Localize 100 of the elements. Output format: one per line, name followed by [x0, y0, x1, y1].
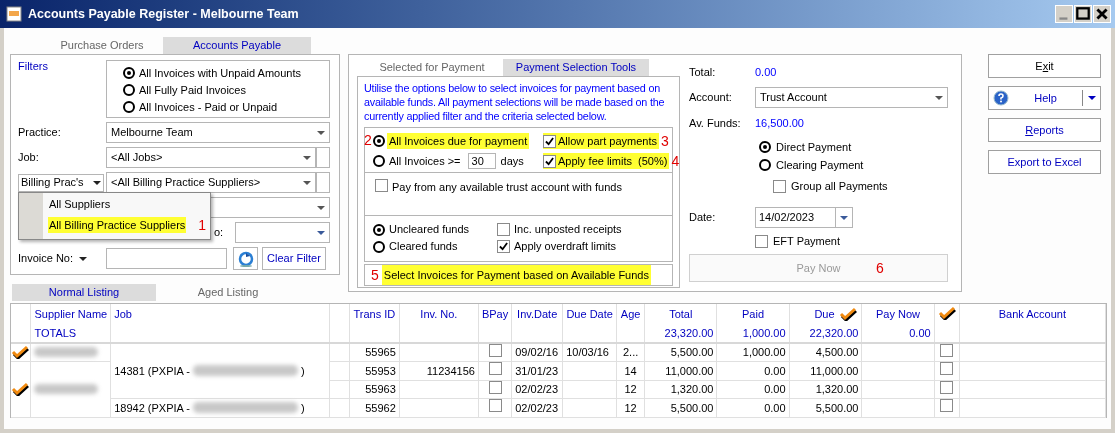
- column-total: TOTALS: [34, 327, 77, 339]
- job-dropdown[interactable]: <All Jobs>: [106, 147, 316, 168]
- radio-button[interactable]: [123, 101, 135, 113]
- radio-button[interactable]: [373, 155, 385, 167]
- option-label: Apply overdraft limits: [514, 239, 617, 255]
- supplier-dropdown[interactable]: <All Billing Practice Suppliers>: [106, 172, 316, 193]
- option-label: All Invoices due for payment: [387, 132, 530, 150]
- action-button[interactable]: Help: [988, 86, 1101, 110]
- tab[interactable]: Payment Selection Tools: [503, 59, 649, 76]
- annotation-number: 4: [671, 154, 680, 168]
- checkbox[interactable]: [940, 399, 954, 412]
- job-text: ): [301, 363, 305, 379]
- column-header[interactable]: Age: [620, 305, 641, 323]
- checkbox[interactable]: [773, 179, 786, 193]
- dropdown-arrow-icon[interactable]: [1087, 96, 1096, 100]
- dropdown-arrow-icon[interactable]: [317, 130, 325, 135]
- tab[interactable]: Accounts Payable: [163, 37, 311, 54]
- checkbox[interactable]: [375, 179, 388, 192]
- refresh-button[interactable]: [233, 247, 258, 270]
- column-total: 22,320.00: [809, 327, 859, 339]
- option-label: Clearing Payment: [776, 157, 864, 173]
- action-button[interactable]: Export to Excel: [988, 150, 1101, 174]
- radio-button[interactable]: [373, 223, 385, 236]
- date-field[interactable]: 14/02/2023: [755, 207, 853, 228]
- radio-button[interactable]: [373, 240, 385, 253]
- blurred-text: [34, 347, 99, 358]
- menu-item[interactable]: All Billing Practice Suppliers: [48, 216, 187, 233]
- days-field[interactable]: 30: [467, 153, 496, 169]
- checkbox[interactable]: [497, 240, 510, 253]
- column-total: 1,000.00: [742, 327, 786, 339]
- radio-button[interactable]: [759, 159, 771, 171]
- app-icon: [6, 6, 22, 22]
- column-header[interactable]: Due: [814, 305, 835, 323]
- checkbox[interactable]: [755, 234, 768, 248]
- tab[interactable]: Aged Listing: [156, 284, 300, 301]
- table-cell: 12: [624, 383, 637, 395]
- total-value: 0.00: [755, 64, 777, 80]
- tab[interactable]: Selected for Payment: [362, 59, 502, 76]
- column-header[interactable]: Total: [669, 305, 693, 323]
- checkbox[interactable]: [488, 362, 502, 375]
- column-header[interactable]: Due Date: [566, 305, 613, 323]
- annotation-number: 2: [364, 133, 372, 147]
- option-label: Apply fee limits (50%): [558, 153, 669, 169]
- checkbox[interactable]: [497, 223, 510, 236]
- column-header[interactable]: Trans ID: [353, 305, 396, 323]
- column-header[interactable]: Pay Now: [876, 305, 921, 323]
- menu-item[interactable]: All Suppliers: [48, 196, 112, 213]
- table-cell: 55962: [365, 401, 396, 414]
- check-mark-icon: [937, 306, 956, 320]
- dropdown-arrow-icon[interactable]: [303, 180, 311, 185]
- column-header[interactable]: Paid: [742, 305, 765, 323]
- clear-filter-button[interactable]: Clear Filter: [262, 247, 326, 270]
- checkbox[interactable]: [543, 154, 556, 168]
- column-header[interactable]: Inv.Date: [517, 305, 558, 323]
- option-label: Cleared funds: [389, 239, 458, 255]
- dropdown-arrow-icon[interactable]: [935, 95, 943, 100]
- checkbox[interactable]: [488, 399, 502, 412]
- action-button[interactable]: Exit: [988, 54, 1101, 78]
- maximize-button[interactable]: [1074, 5, 1092, 23]
- column-header[interactable]: Job: [114, 305, 132, 323]
- tab[interactable]: Normal Listing: [12, 284, 156, 301]
- window-title: Accounts Payable Register - Melbourne Team: [28, 5, 299, 23]
- filter-type-dropdown[interactable]: Billing Prac's: [18, 173, 104, 192]
- practice-dropdown[interactable]: Melbourne Team: [106, 122, 330, 143]
- column-header[interactable]: Supplier Name: [34, 305, 108, 323]
- dropdown-arrow-icon[interactable]: [303, 155, 311, 160]
- radio-button[interactable]: [759, 141, 771, 153]
- table-cell: 0.00: [764, 383, 786, 395]
- field-label: Account:: [689, 91, 732, 104]
- table-cell: 31/01/23: [515, 364, 559, 377]
- table-cell: 55953: [365, 364, 396, 377]
- annotation-number: 1: [198, 217, 207, 232]
- dropdown-arrow-icon[interactable]: [317, 205, 325, 210]
- invoice-number-field[interactable]: [106, 248, 227, 269]
- dropdown-arrow-icon[interactable]: [840, 215, 848, 220]
- dropdown-arrow-icon[interactable]: [317, 230, 325, 235]
- select-invoices-button[interactable]: 5 Select Invoices for Payment based on Available Funds: [364, 264, 673, 286]
- dropdown-arrow-icon[interactable]: [79, 256, 88, 261]
- close-button[interactable]: [1093, 5, 1111, 23]
- table-cell: 0.00: [764, 364, 786, 377]
- checkbox[interactable]: [543, 134, 556, 148]
- column-header[interactable]: BPay: [481, 305, 509, 323]
- column-total: 0.00: [909, 327, 931, 339]
- radio-button[interactable]: [123, 84, 135, 96]
- radio-button[interactable]: [373, 135, 385, 147]
- column-header[interactable]: Inv. No.: [420, 305, 458, 323]
- annotation-number: 6: [876, 261, 884, 275]
- table-cell: 1,320.00: [815, 383, 859, 395]
- column-header[interactable]: Bank Account: [998, 305, 1066, 323]
- account-dropdown[interactable]: Trust Account: [755, 87, 948, 108]
- table-cell: 1,320.00: [670, 383, 714, 395]
- description-text: Utilise the options below to select invoices for payment based on available funds. All payment selections will be made based on the currently applied filter and the criteria selected below.: [364, 81, 666, 123]
- checkbox[interactable]: [940, 362, 954, 375]
- table-cell: 11,000.00: [665, 364, 714, 377]
- radio-button[interactable]: [123, 67, 135, 79]
- table-cell: 02/02/23: [515, 383, 559, 395]
- action-button[interactable]: Reports: [988, 118, 1101, 142]
- dropdown-arrow-icon[interactable]: [93, 180, 101, 185]
- tab[interactable]: Purchase Orders: [41, 37, 163, 54]
- table-cell: 55965: [365, 346, 396, 358]
